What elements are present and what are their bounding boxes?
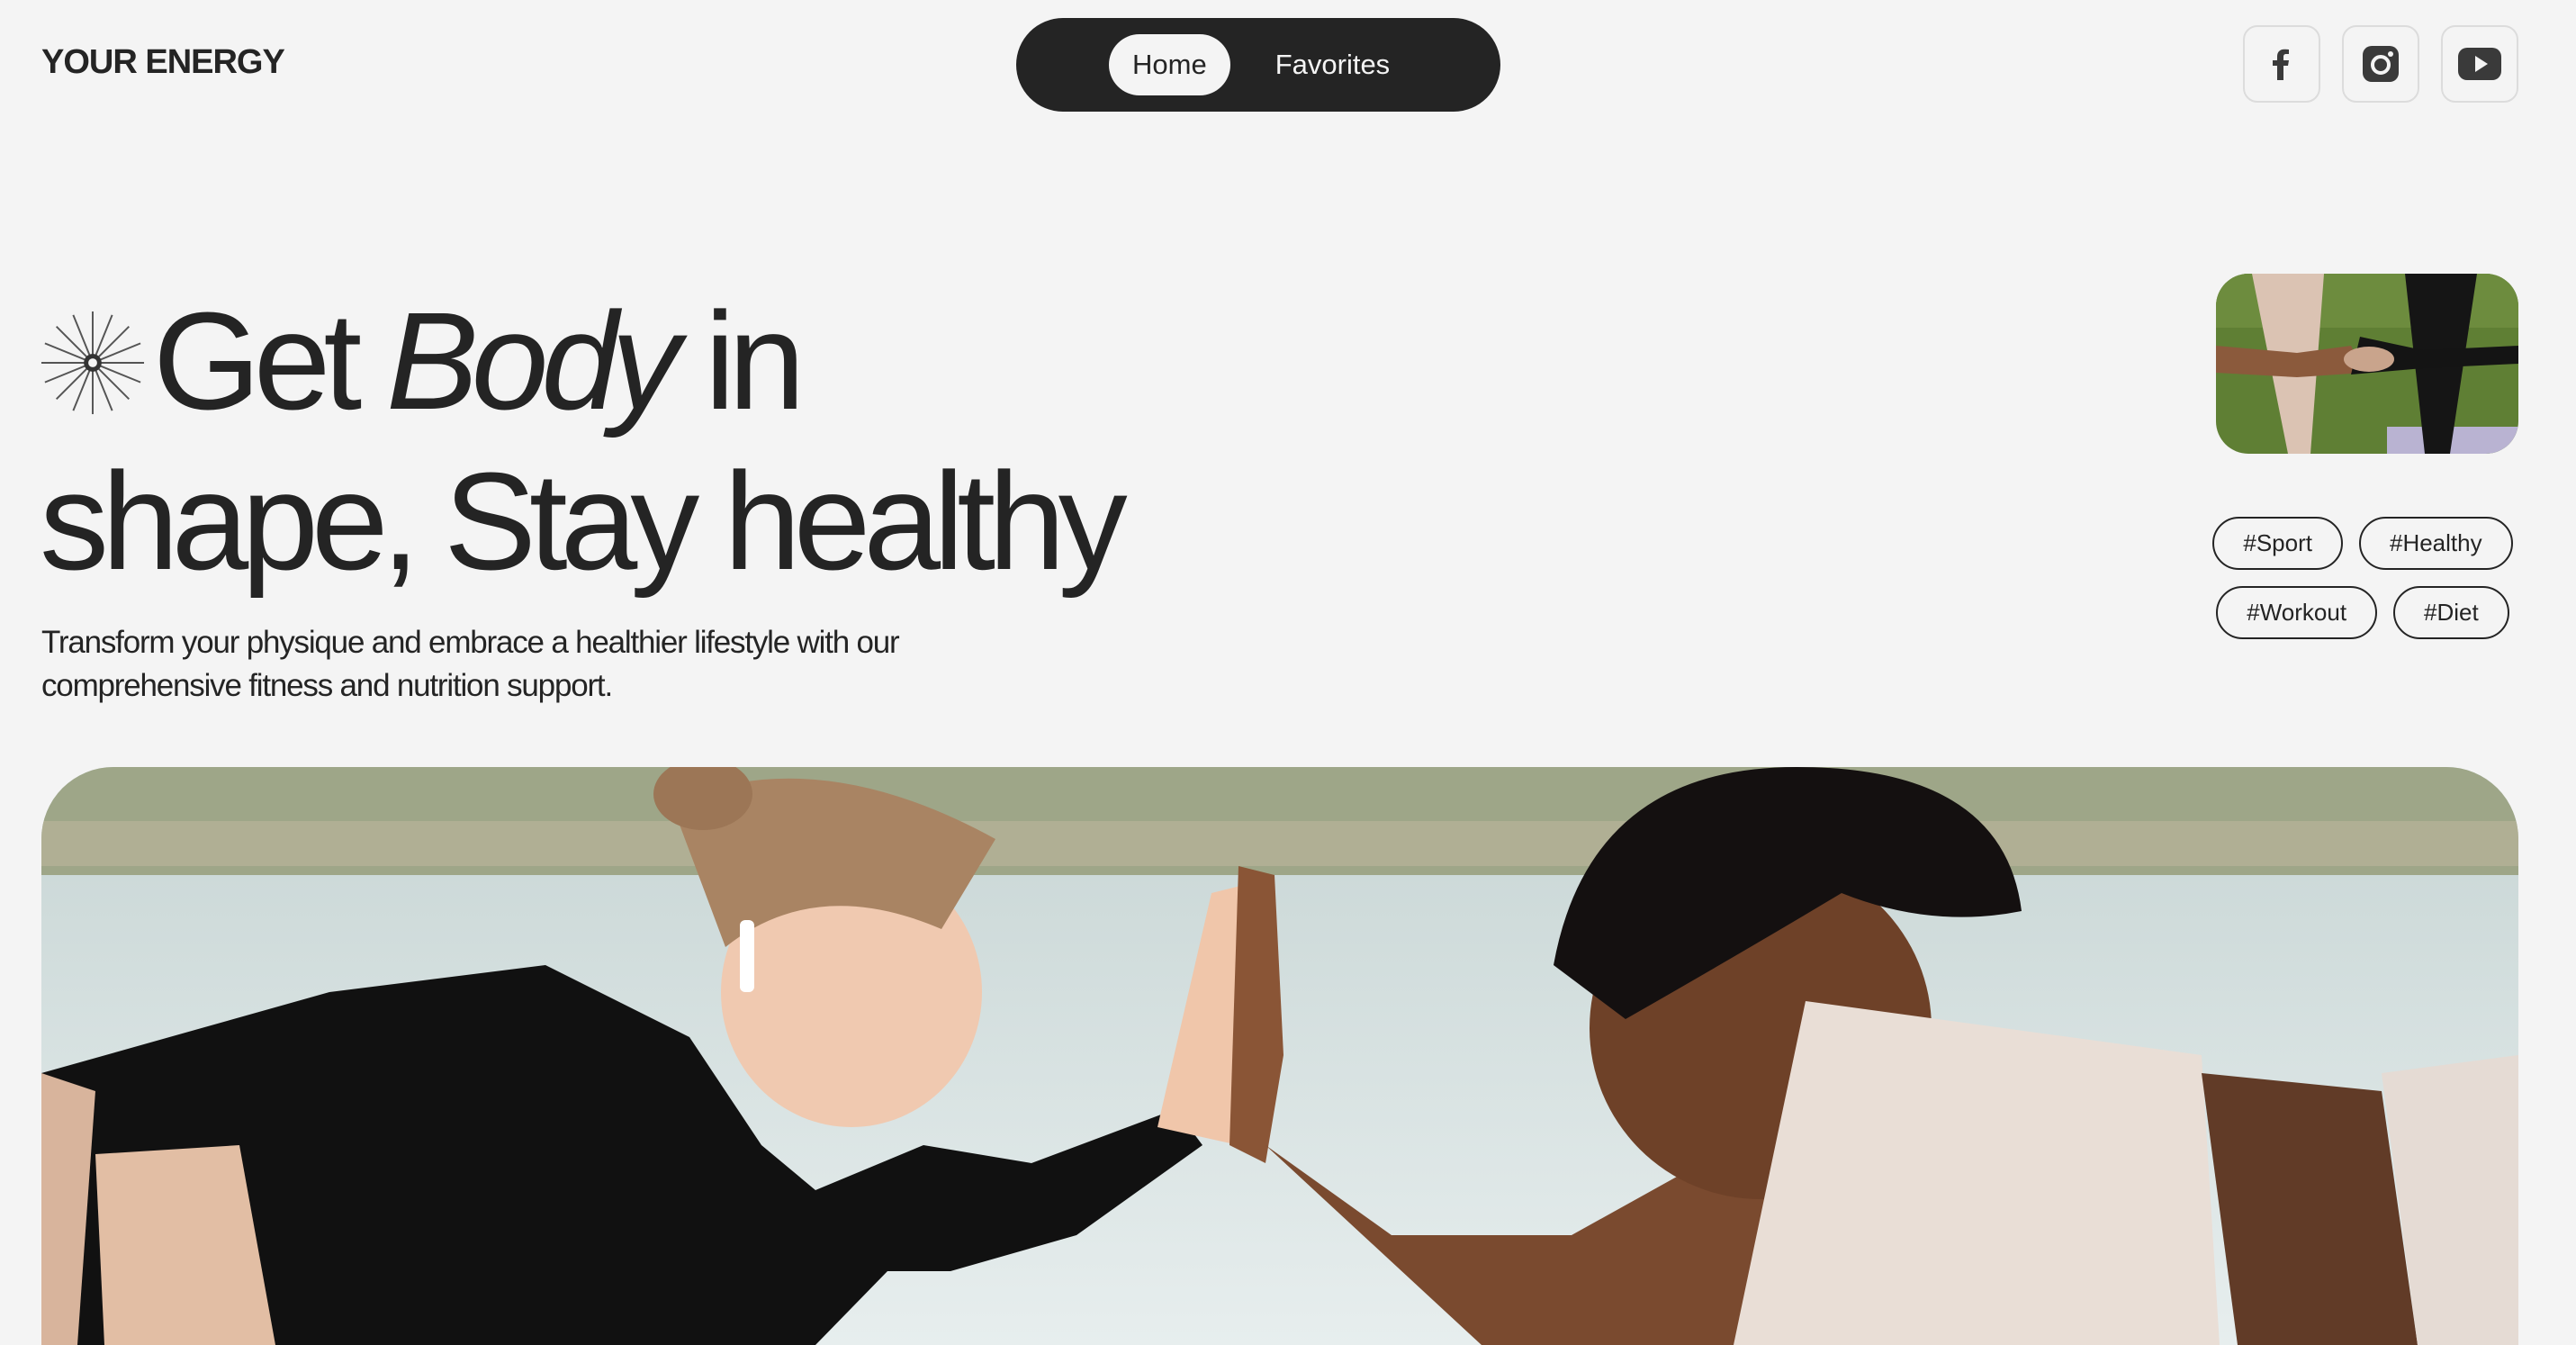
social-links: [2243, 25, 2518, 103]
tag-healthy[interactable]: #Healthy: [2358, 517, 2513, 570]
facebook-link[interactable]: [2243, 25, 2320, 103]
title-get: Get: [153, 284, 362, 438]
nav-favorites[interactable]: Favorites: [1252, 34, 1413, 95]
facebook-icon: [2273, 49, 2289, 80]
nav-home[interactable]: Home: [1109, 34, 1230, 95]
main-nav: Home Favorites: [1016, 18, 1500, 112]
logo[interactable]: YOUR ENERGY: [41, 43, 285, 82]
youtube-link[interactable]: [2441, 25, 2518, 103]
tag-diet[interactable]: #Diet: [2393, 586, 2509, 639]
instagram-link[interactable]: [2342, 25, 2419, 103]
tag-list: #Sport #Healthy #Workout #Diet: [2196, 517, 2529, 639]
tag-sport[interactable]: #Sport: [2212, 517, 2343, 570]
instagram-icon: [2363, 46, 2399, 82]
title-body: Body: [386, 284, 680, 438]
yoga-thumbnail: [2216, 274, 2518, 454]
title-in: in: [704, 284, 806, 438]
hero-subtitle: Transform your physique and embrace a he…: [41, 625, 900, 703]
tag-workout[interactable]: #Workout: [2216, 586, 2378, 639]
title-line2: shape, Stay healthy: [40, 444, 1128, 599]
starburst-icon: [41, 311, 145, 415]
hero-title: Get Body in shape, Stay healthy: [40, 281, 1210, 601]
youtube-icon: [2458, 48, 2501, 80]
hero-image: [41, 767, 2518, 1345]
